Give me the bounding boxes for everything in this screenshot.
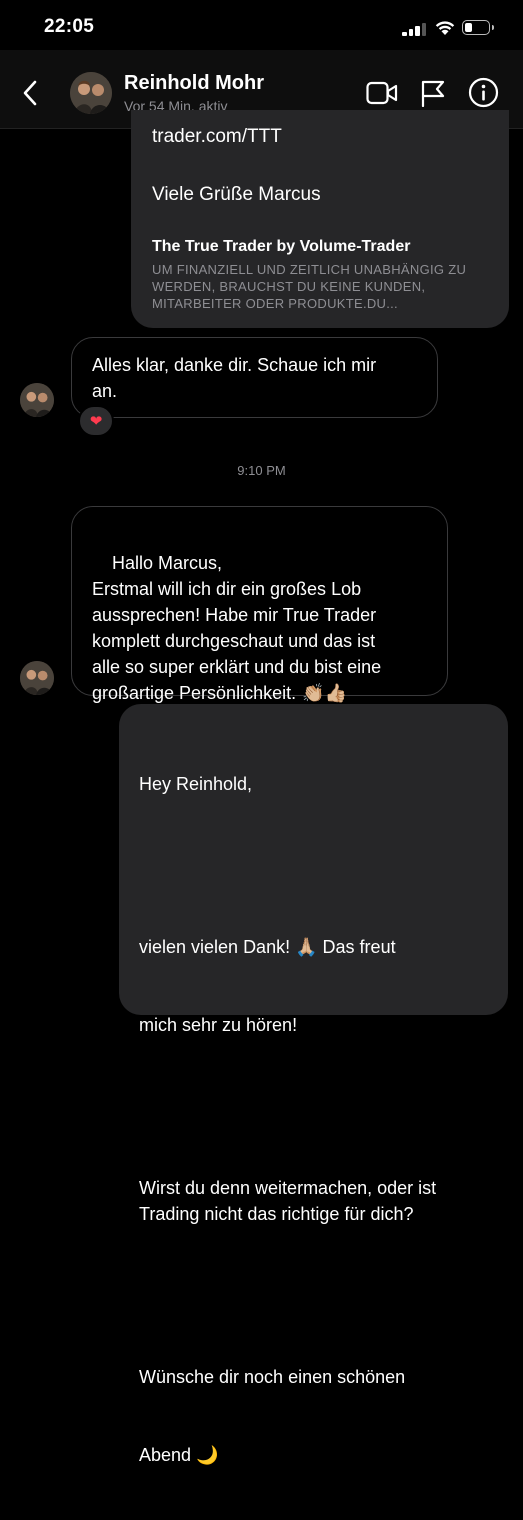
- message-text: Das freut: [322, 937, 396, 957]
- link-preview-title[interactable]: The True Trader by Volume-Trader: [152, 238, 410, 256]
- message-text: vielen vielen Dank!: [139, 937, 291, 957]
- sender-avatar[interactable]: [20, 383, 54, 417]
- status-time: 22:05: [44, 16, 95, 37]
- message-text: mich sehr zu hören!: [139, 1015, 298, 1035]
- link-preview-description: UM FINANZIELL UND ZEITLICH UNABHÄNGIG ZU…: [152, 262, 467, 311]
- contact-name[interactable]: Reinhold Mohr: [124, 72, 264, 95]
- message-text: Wirst du denn weitermachen, oder ist Tra…: [139, 1178, 437, 1224]
- heart-reaction-icon[interactable]: ❤: [78, 405, 114, 437]
- incoming-message[interactable]: Alles klar, danke dir. Schaue ich mir an…: [71, 337, 438, 418]
- message-text: Viele Grüße Marcus: [152, 184, 321, 205]
- cellular-signal-icon: [402, 22, 428, 36]
- battery-icon: [462, 20, 494, 35]
- video-call-icon[interactable]: [366, 80, 398, 106]
- message-text: Abend: [139, 1445, 192, 1465]
- shared-link[interactable]: trader.com/TTT: [152, 126, 282, 148]
- message-text: Alles klar, danke dir. Schaue ich mir an…: [92, 355, 377, 401]
- moon-emoji: 🌙: [196, 1445, 219, 1465]
- clap-thumbs-emoji: 👏🏼👍🏼: [302, 683, 347, 703]
- flag-icon[interactable]: [420, 79, 446, 107]
- message-timestamp: 9:10 PM: [237, 463, 286, 478]
- back-chevron-icon[interactable]: [22, 80, 38, 106]
- message-text: Hey Reinhold,: [139, 774, 253, 794]
- pray-emoji: 🙏🏼: [295, 937, 318, 957]
- sender-avatar[interactable]: [20, 661, 54, 695]
- outgoing-message[interactable]: Hey Reinhold, vielen vielen Dank! 🙏🏼 Das…: [119, 704, 508, 1465]
- contact-avatar[interactable]: [70, 72, 112, 114]
- info-icon[interactable]: [468, 77, 499, 108]
- incoming-message[interactable]: Hallo Marcus, Erstmal will ich dir ein g…: [71, 506, 448, 703]
- wifi-icon: [435, 21, 455, 35]
- message-text: Wünsche dir noch einen schönen: [139, 1367, 406, 1387]
